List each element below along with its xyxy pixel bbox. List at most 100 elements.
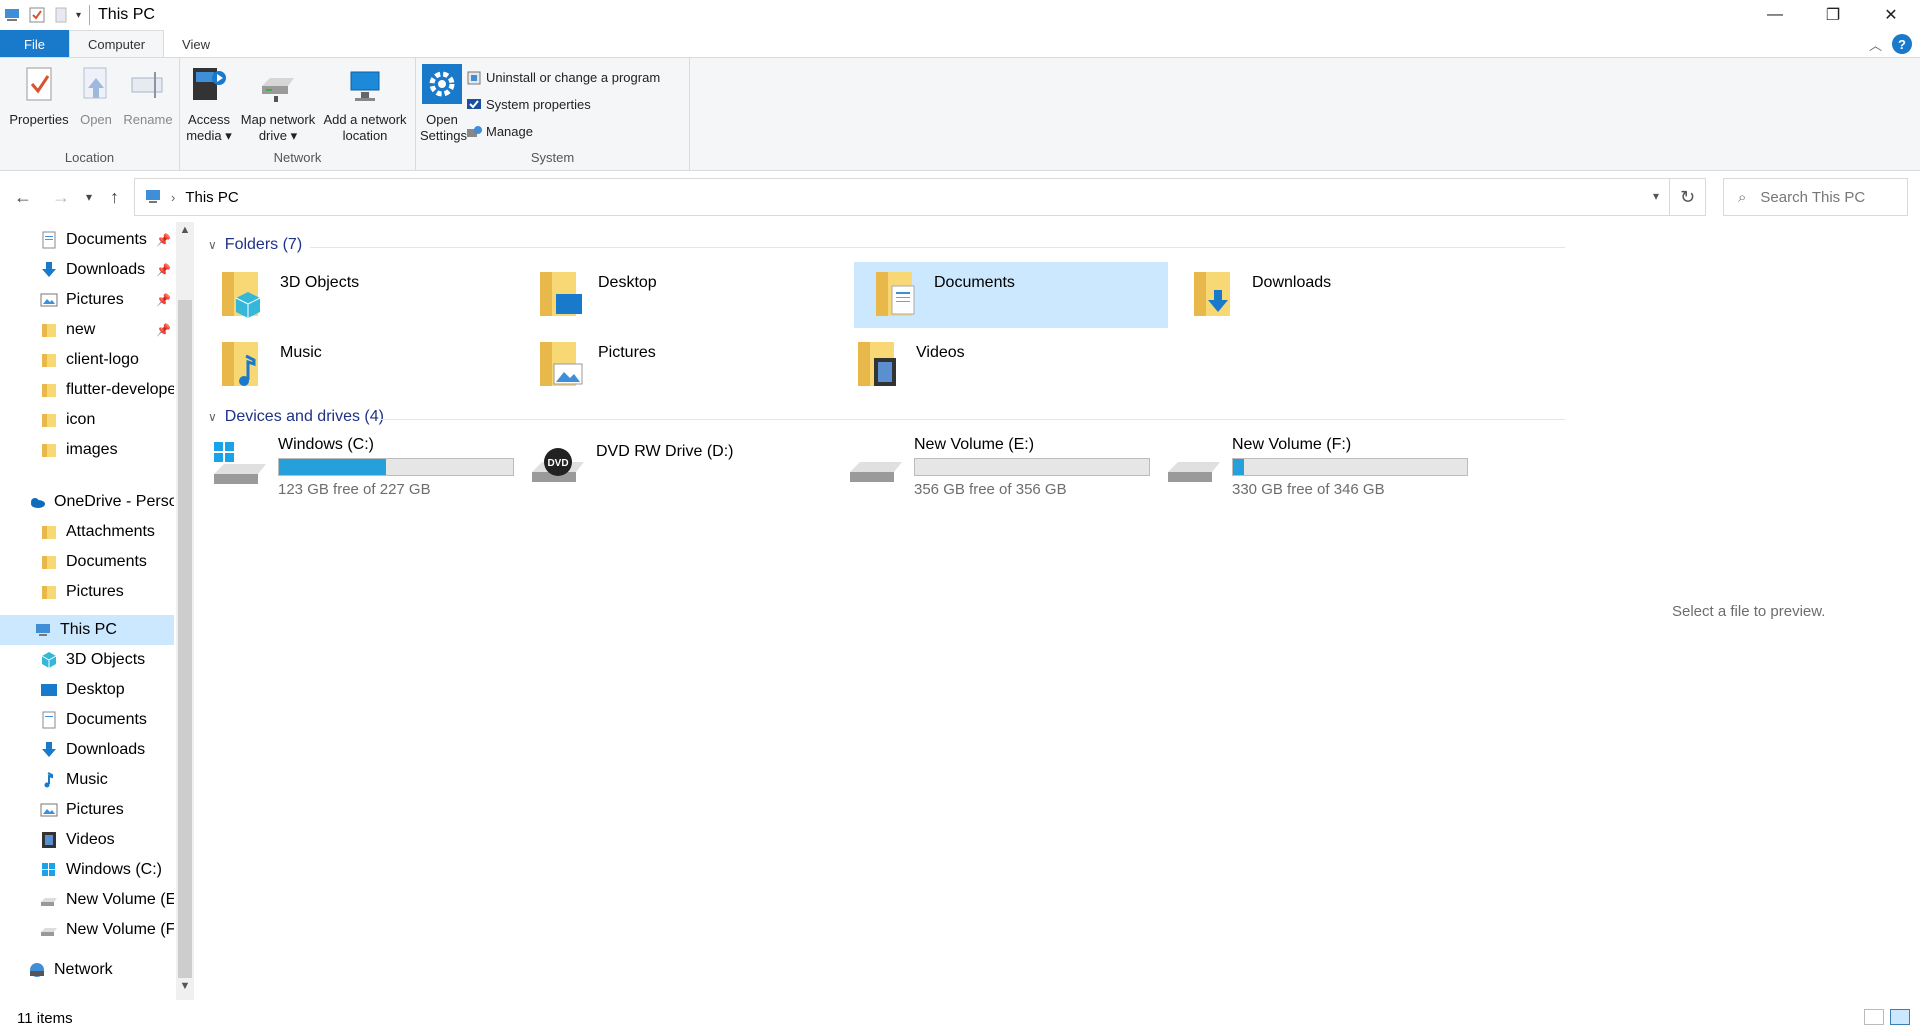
- refresh-button[interactable]: ↻: [1670, 178, 1706, 216]
- address-dropdown-chevron-icon[interactable]: ▾: [1653, 189, 1659, 203]
- nav-item-music[interactable]: Music: [0, 765, 174, 795]
- close-button[interactable]: ✕: [1862, 0, 1920, 30]
- recent-locations-chevron-icon[interactable]: ▾: [86, 190, 92, 204]
- tab-view[interactable]: View: [164, 30, 228, 58]
- minimize-button[interactable]: —: [1746, 0, 1804, 30]
- open-settings-button[interactable]: Open Settings: [420, 64, 467, 144]
- customize-toolbar-chevron-icon[interactable]: ▾: [76, 10, 81, 21]
- folder-tile-pictures[interactable]: Pictures: [518, 332, 832, 398]
- nav-label: New Volume (F:: [66, 921, 174, 938]
- search-input[interactable]: ⌕ Search This PC: [1723, 178, 1908, 216]
- nav-item-this-pc[interactable]: This PC: [0, 615, 174, 645]
- scroll-down-arrow-icon[interactable]: ▼: [176, 980, 194, 998]
- nav-label: Downloads: [66, 741, 146, 758]
- folder-tile-music[interactable]: Music: [200, 332, 514, 398]
- drive-tile-c[interactable]: Windows (C:) 123 GB free of 227 GB: [200, 434, 514, 500]
- drive-tile-f[interactable]: New Volume (F:) 330 GB free of 346 GB: [1154, 434, 1468, 500]
- system-properties-label: System properties: [486, 97, 591, 112]
- breadcrumb-this-pc[interactable]: This PC: [185, 189, 238, 206]
- nav-item-documents[interactable]: Documents 📌: [0, 225, 174, 255]
- nav-item-downloads[interactable]: Downloads 📌: [0, 255, 174, 285]
- details-view-icon[interactable]: [1864, 1009, 1884, 1025]
- nav-item-pictures[interactable]: Pictures 📌: [0, 285, 174, 315]
- downloads-icon: [42, 262, 56, 277]
- system-properties-icon: [467, 98, 481, 109]
- videos-film-icon: [42, 832, 56, 848]
- nav-item-3d-objects[interactable]: 3D Objects: [0, 645, 174, 675]
- pin-icon[interactable]: 📌: [156, 323, 171, 337]
- devices-section-header[interactable]: ∨ Devices and drives (4): [208, 408, 384, 426]
- nav-item-images[interactable]: images: [0, 435, 174, 465]
- open-settings-label-2: Settings: [420, 128, 467, 143]
- forward-arrow-icon[interactable]: →: [52, 187, 70, 208]
- nav-item-new-volume-e[interactable]: New Volume (E:: [0, 885, 174, 915]
- up-arrow-icon[interactable]: ↑: [110, 187, 119, 208]
- system-small-buttons: Uninstall or change a program System pro…: [466, 64, 660, 145]
- back-arrow-icon[interactable]: ←: [14, 187, 32, 208]
- nav-item-flutter-developer[interactable]: flutter-develope: [0, 375, 174, 405]
- folder-tile-desktop[interactable]: Desktop: [518, 262, 832, 328]
- breadcrumb-chevron-icon[interactable]: ›: [171, 190, 175, 205]
- maximize-button[interactable]: ❐: [1804, 0, 1862, 30]
- nav-item-pc-pictures[interactable]: Pictures: [0, 795, 174, 825]
- properties-check-icon[interactable]: [28, 6, 46, 24]
- nav-item-onedrive-documents[interactable]: Documents: [0, 547, 174, 577]
- uninstall-program-button[interactable]: Uninstall or change a program: [466, 64, 660, 91]
- collapse-ribbon-chevron-icon[interactable]: ︿: [1869, 35, 1882, 54]
- rename-button[interactable]: Rename: [122, 64, 174, 128]
- nav-item-pc-downloads[interactable]: Downloads: [0, 735, 174, 765]
- nav-item-onedrive[interactable]: OneDrive - Perso: [0, 487, 174, 517]
- help-icon[interactable]: ?: [1892, 34, 1912, 54]
- map-network-drive-button[interactable]: Map network drive ▾: [238, 64, 318, 144]
- map-network-drive-label-1: Map network: [240, 112, 316, 127]
- add-network-location-icon: [350, 71, 380, 101]
- scroll-thumb[interactable]: [178, 300, 192, 978]
- folder-tile-documents[interactable]: Documents: [854, 262, 1168, 328]
- collapse-chevron-icon[interactable]: ∨: [208, 238, 217, 252]
- tab-file[interactable]: File: [0, 30, 69, 58]
- drive-tile-d[interactable]: DVD DVD RW Drive (D:): [518, 434, 832, 500]
- nav-item-icon[interactable]: icon: [0, 405, 174, 435]
- computer-icon[interactable]: [4, 6, 22, 24]
- large-icons-view-icon[interactable]: [1890, 1009, 1910, 1025]
- nav-item-attachments[interactable]: Attachments: [0, 517, 174, 547]
- folder-name: Desktop: [598, 274, 657, 291]
- nav-item-videos[interactable]: Videos: [0, 825, 174, 855]
- folders-section-header[interactable]: ∨ Folders (7): [208, 236, 302, 254]
- folder-name: Pictures: [598, 344, 656, 361]
- nav-item-client-logo[interactable]: client-logo: [0, 345, 174, 375]
- new-folder-icon[interactable]: [52, 6, 70, 24]
- collapse-chevron-icon[interactable]: ∨: [208, 410, 217, 424]
- file-view: ∨ Folders (7) 3D Objects Desktop Documen…: [200, 222, 1565, 1000]
- address-bar[interactable]: › This PC ▾: [134, 178, 1670, 216]
- access-media-button[interactable]: Access media ▾: [184, 64, 234, 144]
- nav-item-network[interactable]: Network: [0, 955, 174, 985]
- navigation-scrollbar[interactable]: ▲ ▼: [176, 222, 194, 1000]
- add-network-location-button[interactable]: Add a network location: [320, 64, 410, 144]
- access-media-icon: [193, 68, 226, 100]
- system-properties-button[interactable]: System properties: [466, 91, 660, 118]
- folder-tile-downloads[interactable]: Downloads: [1172, 262, 1486, 328]
- pin-icon[interactable]: 📌: [156, 293, 171, 307]
- map-network-drive-label-2: drive ▾: [258, 128, 298, 143]
- nav-item-desktop[interactable]: Desktop: [0, 675, 174, 705]
- nav-item-onedrive-pictures[interactable]: Pictures: [0, 577, 174, 607]
- tab-computer[interactable]: Computer: [68, 30, 165, 58]
- windows-drive-icon: [214, 442, 266, 484]
- scroll-up-arrow-icon[interactable]: ▲: [176, 224, 194, 242]
- pin-icon[interactable]: 📌: [156, 233, 171, 247]
- this-pc-icon: [146, 190, 160, 203]
- nav-item-new[interactable]: new 📌: [0, 315, 174, 345]
- nav-item-pc-documents[interactable]: Documents: [0, 705, 174, 735]
- rename-icon: [131, 72, 163, 98]
- nav-item-windows-c[interactable]: Windows (C:): [0, 855, 174, 885]
- open-button[interactable]: Open: [76, 64, 116, 128]
- drive-tile-e[interactable]: New Volume (E:) 356 GB free of 356 GB: [836, 434, 1150, 500]
- nav-item-new-volume-f[interactable]: New Volume (F:: [0, 915, 174, 945]
- pin-icon[interactable]: 📌: [156, 263, 171, 277]
- properties-button[interactable]: Properties: [8, 64, 70, 128]
- manage-button[interactable]: Manage: [466, 118, 660, 145]
- 3d-objects-icon: [41, 652, 57, 668]
- folder-tile-3d-objects[interactable]: 3D Objects: [200, 262, 514, 328]
- folder-tile-videos[interactable]: Videos: [836, 332, 1150, 398]
